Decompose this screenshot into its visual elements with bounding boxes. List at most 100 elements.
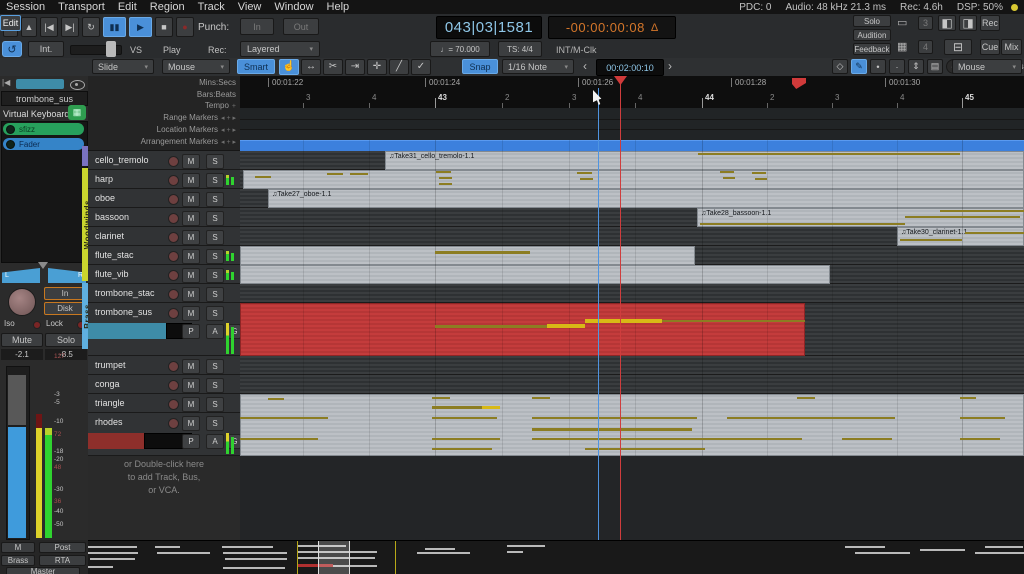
edit-point-icon[interactable]: ✎ xyxy=(851,59,867,74)
solo-track-button[interactable]: S xyxy=(206,416,224,431)
nudge-clock-icon[interactable]: ◇ xyxy=(832,59,848,74)
menu-transport[interactable]: Transport xyxy=(58,1,105,13)
solo-track-button[interactable]: S xyxy=(206,230,224,245)
solo-track-button[interactable]: S xyxy=(206,378,224,393)
rec-tab-button[interactable]: Rec xyxy=(980,15,1000,31)
panel-bottom-icon[interactable]: ⊟ xyxy=(944,39,972,55)
nav-next-button[interactable]: › xyxy=(668,59,672,73)
panel-left-icon[interactable]: ◧ xyxy=(938,15,956,31)
processor-fader[interactable]: Fader xyxy=(3,138,84,150)
mute-track-button[interactable]: M xyxy=(182,173,200,188)
track-row-trombone_stac[interactable] xyxy=(240,284,1024,303)
track-header-triangle[interactable]: triangleMS xyxy=(88,394,240,413)
gain-bar[interactable] xyxy=(88,433,144,449)
pan-right-wedge[interactable]: R xyxy=(48,268,86,283)
audition-track-button[interactable]: A xyxy=(206,324,224,339)
track-header-trumpet[interactable]: trumpetMS xyxy=(88,356,240,375)
record-arm-button[interactable] xyxy=(168,399,179,410)
mute-track-button[interactable]: M xyxy=(182,416,200,431)
record-arm-button[interactable] xyxy=(168,270,179,281)
track-color-patch[interactable] xyxy=(16,79,64,89)
record-button[interactable]: ● xyxy=(176,17,194,37)
ruler-row-location-markers[interactable]: Location Markers◂ + ▸ xyxy=(157,125,236,136)
group-button[interactable]: G xyxy=(228,434,240,449)
record-arm-button[interactable] xyxy=(168,289,179,300)
mute-track-button[interactable]: M xyxy=(182,192,200,207)
track-header-trombone_stac[interactable]: trombone_stacMS xyxy=(88,284,240,303)
strip-track-name[interactable]: trombone_sus xyxy=(1,91,88,106)
zoom-mode-dropdown[interactable]: Mouse▾ xyxy=(952,59,1022,74)
pause-button[interactable]: ▮▮ xyxy=(103,17,126,37)
loop-button[interactable]: ↻ xyxy=(82,17,100,37)
master-button[interactable]: Master xyxy=(6,567,80,574)
menu-view[interactable]: View xyxy=(238,1,262,13)
monitor-in-button[interactable]: In xyxy=(44,287,86,300)
track-header-clarinet[interactable]: clarinetMS xyxy=(88,227,240,246)
marker-dot2-icon[interactable]: · xyxy=(889,59,905,74)
edit-mode-dropdown[interactable]: Slide▾ xyxy=(92,59,154,74)
region[interactable] xyxy=(240,303,805,356)
track-header-flute_vib[interactable]: flute_vibMS xyxy=(88,265,240,284)
record-arm-button[interactable] xyxy=(168,156,179,167)
ruler-row-mins-secs[interactable]: Mins:Secs xyxy=(199,78,236,89)
record-arm-button[interactable] xyxy=(168,418,179,429)
solo-track-button[interactable]: S xyxy=(206,397,224,412)
save-view-icon[interactable]: ▤ xyxy=(927,59,943,74)
nav-clock[interactable]: 00:02:00:10 xyxy=(596,59,664,76)
menu-help[interactable]: Help xyxy=(327,1,350,13)
spread-tool[interactable]: ✛ xyxy=(367,59,387,75)
cue-tab-button[interactable]: Cue xyxy=(980,39,1000,55)
track-header-trombone_sus[interactable]: trombone_susMSPAG xyxy=(88,303,240,356)
program-button[interactable]: P xyxy=(182,324,200,339)
crop-icon[interactable]: ▭ xyxy=(897,16,913,30)
ruler-row-controls[interactable]: ◂ + ▸ xyxy=(221,115,236,122)
track-header-harp[interactable]: harpMS xyxy=(88,170,240,189)
iso-label[interactable]: Iso xyxy=(4,319,15,328)
solo-track-button[interactable]: S xyxy=(206,306,224,321)
virtual-keyboard-label[interactable]: Virtual Keyboard xyxy=(3,109,69,119)
gain-fader-handle[interactable] xyxy=(8,375,26,425)
tempo-button[interactable]: ♩= 70.000 xyxy=(430,41,490,57)
track-header-bassoon[interactable]: bassoonMS xyxy=(88,208,240,227)
region[interactable] xyxy=(240,246,695,265)
track-row-trumpet[interactable] xyxy=(240,356,1024,375)
audition-track-button[interactable]: A xyxy=(206,434,224,449)
mute-track-button[interactable]: M xyxy=(182,154,200,169)
menu-track[interactable]: Track xyxy=(198,1,225,13)
record-arm-button[interactable] xyxy=(168,308,179,319)
monitor-disk-button[interactable]: Disk xyxy=(44,302,86,315)
track-header-rhodes[interactable]: rhodesMSPAG xyxy=(88,413,240,456)
shuttle-thumb[interactable] xyxy=(106,41,116,57)
mute-track-button[interactable]: M xyxy=(182,268,200,283)
marker-rows[interactable] xyxy=(240,108,1024,141)
marker-count-a[interactable]: 3 xyxy=(918,16,933,30)
record-arm-button[interactable] xyxy=(168,175,179,186)
monitor-m-button[interactable]: M xyxy=(1,542,35,553)
gain-bar[interactable] xyxy=(88,323,166,339)
cut-tool[interactable]: ✂ xyxy=(323,59,343,75)
mute-track-button[interactable]: M xyxy=(182,230,200,245)
track-header-flute_stac[interactable]: flute_stacMS xyxy=(88,246,240,265)
primary-clock[interactable]: 043|03|1581 xyxy=(436,16,542,39)
mute-button[interactable]: Mute xyxy=(1,333,43,347)
panel-right-icon[interactable]: ◨ xyxy=(959,15,977,31)
solo-track-button[interactable]: S xyxy=(206,359,224,374)
mouse-mode-dropdown[interactable]: Mouse▾ xyxy=(162,59,230,74)
record-arm-button[interactable] xyxy=(168,213,179,224)
mix-tab-button[interactable]: Mix xyxy=(1001,39,1022,55)
punch-in-button[interactable]: In xyxy=(240,18,274,35)
post-button[interactable]: Post xyxy=(39,542,86,553)
iso-indicator[interactable] xyxy=(33,321,41,329)
solo-track-button[interactable]: S xyxy=(206,249,224,264)
stretch-tool[interactable]: ⇥ xyxy=(345,59,365,75)
track-header-oboe[interactable]: oboeMS xyxy=(88,189,240,208)
go-start-button[interactable]: |◀ xyxy=(40,17,58,37)
brass-button[interactable]: Brass xyxy=(1,555,35,566)
ruler-row-controls[interactable]: ◂ + ▸ xyxy=(221,139,236,146)
mute-track-button[interactable]: M xyxy=(182,249,200,264)
mute-track-button[interactable]: M xyxy=(182,306,200,321)
record-arm-button[interactable] xyxy=(168,251,179,262)
add-track-hint[interactable]: or Double-click hereto add Track, Bus,or… xyxy=(88,458,240,497)
region[interactable] xyxy=(240,394,1024,456)
solo-track-button[interactable]: S xyxy=(206,287,224,302)
